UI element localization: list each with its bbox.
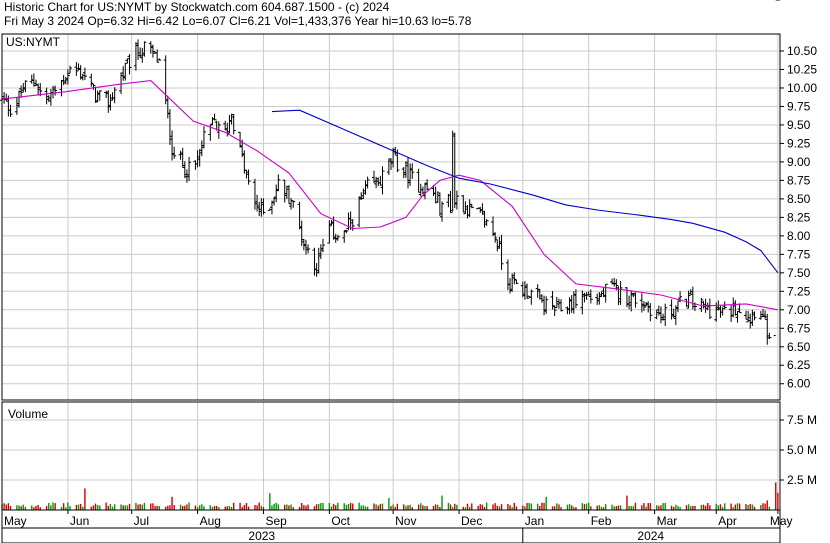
price-tick-label: 7.00 [787,303,811,317]
month-label: Sep [265,514,287,528]
chart-window: Historic Chart for US:NYMT by Stockwatch… [0,0,830,543]
volume-panel-frame [1,401,781,511]
month-label: Jul [134,514,149,528]
ticker-label: US:NYMT [6,35,61,49]
month-label: May [770,514,793,528]
volume-label: Volume [8,407,48,421]
month-label: Aug [200,514,221,528]
month-label: Mar [657,514,678,528]
price-tick-label: 6.75 [787,321,811,335]
price-tick-label: 9.75 [787,99,811,113]
month-label: Jan [525,514,544,528]
price-tick-label: 10.25 [787,62,817,76]
price-tick-label: 10.50 [787,44,817,58]
price-grid [2,34,780,400]
month-label: May [4,514,27,528]
month-label: Oct [331,514,350,528]
volume-axis: 7.5 M 5.0 M 2.5 M [780,413,817,487]
year-label: 2023 [248,529,275,543]
month-label: Feb [591,514,612,528]
volume-grid [2,402,780,510]
panel-frames [1,33,781,543]
time-axis: May Jun Jul Aug Sep Oct Nov Dec Jan Feb Mar Apr May 2… [1,510,793,543]
moving-average-short [1,80,779,311]
volume-tick-label: 5.0 M [787,443,817,457]
price-tick-label: 7.50 [787,266,811,280]
volume-tick-label: 7.5 M [787,413,817,427]
price-tick-label: 6.25 [787,358,811,372]
year-label: 2024 [637,529,664,543]
month-label: Dec [461,514,482,528]
price-bars [0,0,780,345]
month-label: Apr [718,514,737,528]
price-tick-label: 8.00 [787,229,811,243]
price-tick-label: 9.00 [787,155,811,169]
volume-tick-label: 2.5 M [787,473,817,487]
price-axis: 10.50 10.25 10.00 9.75 9.50 9.25 9.00 8.75 8.50 8… [780,44,817,391]
price-tick-label: 7.25 [787,284,811,298]
month-label: Jun [70,514,89,528]
price-tick-label: 8.25 [787,210,811,224]
moving-averages [1,80,779,311]
price-tick-label: 8.75 [787,173,811,187]
price-tick-label: 9.25 [787,136,811,150]
price-tick-label: 10.00 [787,81,817,95]
stock-chart: 10.50 10.25 10.00 9.75 9.50 9.25 9.00 8.75 8.50 8… [0,0,817,543]
price-tick-label: 6.00 [787,377,811,391]
month-label: Nov [395,514,416,528]
price-tick-label: 9.50 [787,118,811,132]
price-tick-label: 8.50 [787,192,811,206]
volume-bars [1,482,779,510]
price-tick-label: 6.50 [787,340,811,354]
price-tick-label: 7.75 [787,247,811,261]
moving-average-long [271,109,779,274]
